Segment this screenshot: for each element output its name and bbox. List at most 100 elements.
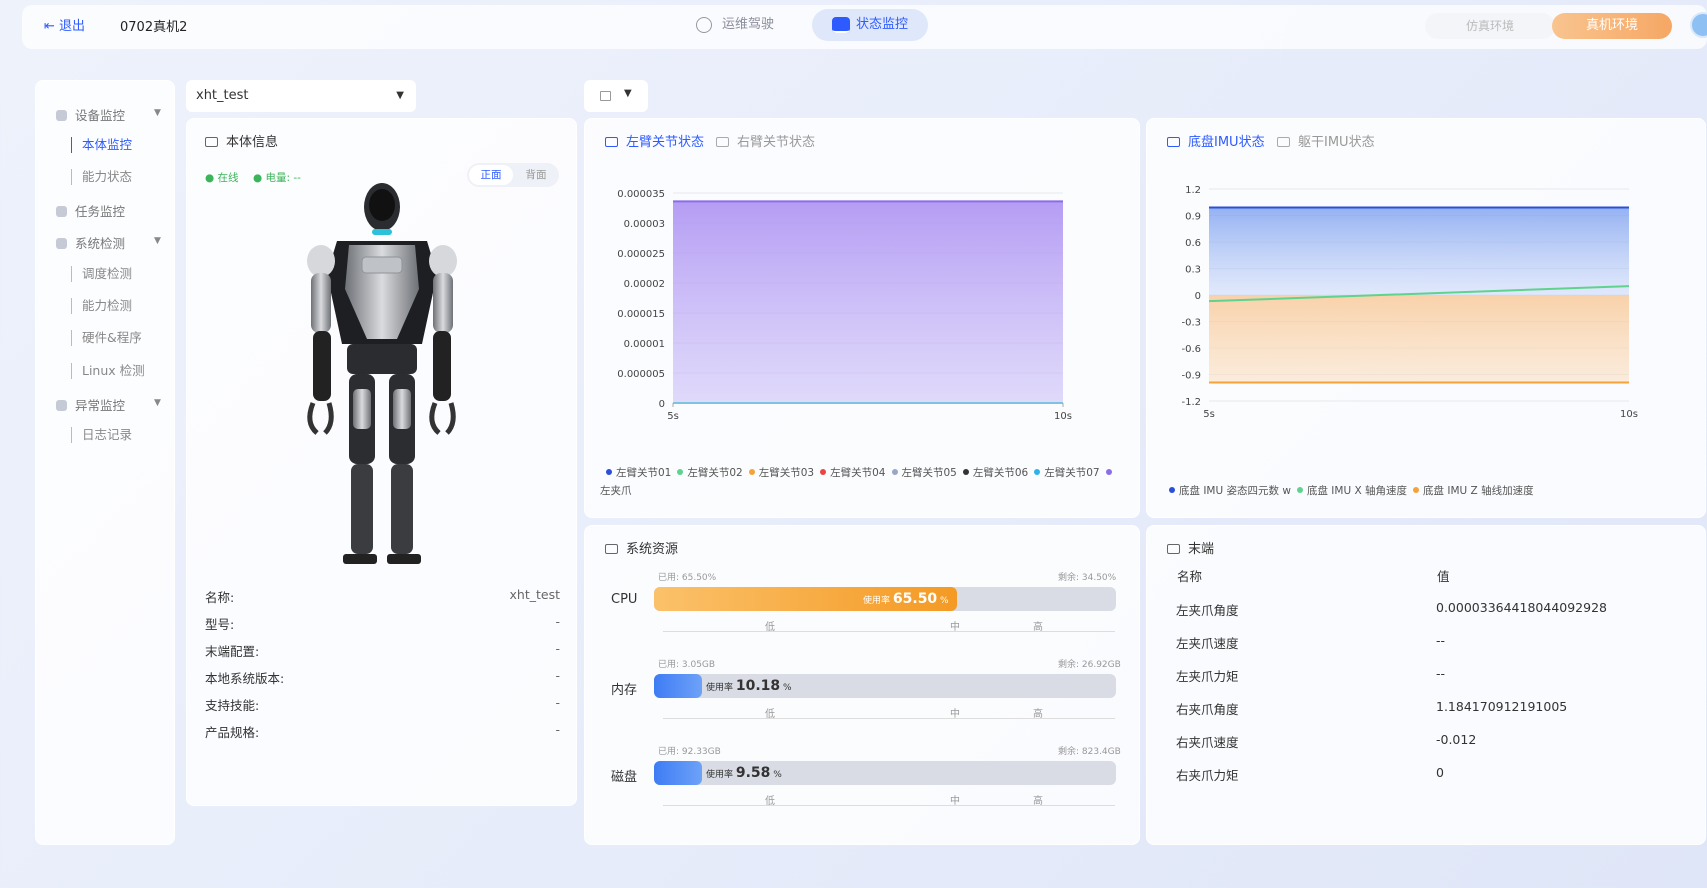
chevron-down-icon[interactable]: ▼ [154, 236, 161, 246]
sidebar-item-capability-check[interactable]: 能力检测 [71, 298, 132, 314]
scale-label: 中 [950, 709, 960, 720]
layout-icon [600, 91, 611, 101]
x-tick-label: 10s [1620, 409, 1638, 420]
layout-select[interactable]: ▼ [584, 80, 648, 112]
sidebar-item-exception-monitor[interactable]: 异常监控 [56, 395, 125, 414]
y-tick-label: 0.00003 [624, 219, 665, 230]
sidebar-item-body-monitor[interactable]: 本体监控 [71, 137, 132, 153]
legend-item[interactable]: 底盘 IMU X 轴角速度 [1291, 485, 1407, 497]
system-resources-card: 系统资源 已用: 65.50% 剩余: 34.50% CPU 使用率 65.50 % 低… [584, 525, 1140, 845]
scale-label: 高 [1033, 709, 1043, 720]
row-value: -- [1436, 633, 1446, 648]
tab-torso-imu[interactable]: 躯干IMU状态 [1277, 131, 1375, 150]
resource-bar: 使用率 9.58 % [654, 761, 1116, 785]
legend-dot [1413, 487, 1420, 493]
logout-button[interactable]: ⇤ 退出 [44, 15, 85, 34]
card-title: 本体信息 [205, 131, 278, 150]
end-effector-card: 末端 名称 值 [1146, 525, 1706, 845]
series-area-z-accel [1209, 295, 1629, 383]
online-status: ● 在线 [205, 172, 239, 184]
legend-item[interactable]: 左臂关节03 [743, 467, 814, 479]
robot-icon [1277, 137, 1290, 147]
sidebar-item-hardware-program[interactable]: 硬件&程序 [71, 330, 142, 346]
sidebar-item-schedule-check[interactable]: 调度检测 [71, 266, 132, 282]
resource-used: 已用: 92.33GB [658, 747, 721, 757]
sidebar-item-linux-check[interactable]: Linux 检测 [71, 363, 145, 379]
row-value: 1.184170912191005 [1436, 699, 1568, 714]
y-tick-label: 1.2 [1185, 185, 1201, 196]
usage-unit: % [937, 596, 949, 606]
scale-label: 中 [950, 622, 960, 633]
view-back-button[interactable]: 背面 [515, 165, 557, 185]
resource-remain: 剩余: 823.4GB [1058, 747, 1121, 757]
sidebar-item-device-monitor[interactable]: 设备监控 [56, 105, 125, 124]
tab-base-imu[interactable]: 底盘IMU状态 [1167, 131, 1265, 150]
robot-select[interactable]: xht_test ▼ [186, 80, 416, 112]
usage-label: 使用率 10.18 % [706, 674, 792, 700]
task-icon [56, 206, 67, 217]
legend-item[interactable]: 左臂关节06 [957, 467, 1028, 479]
y-tick-label: 0.000025 [617, 249, 665, 260]
card-title: 末端 [1167, 538, 1214, 557]
col-header-name: 名称 [1177, 569, 1203, 584]
usage-word: 使用率 [706, 683, 736, 693]
legend-item[interactable]: 左臂关节07 [1028, 467, 1100, 479]
legend-dot [1296, 487, 1303, 493]
y-tick-label: 0.00002 [624, 279, 665, 290]
table-row: 左夹爪速度 -- [1176, 633, 1445, 652]
info-row: 产品规格: - [205, 722, 560, 741]
resource-used: 已用: 3.05GB [658, 660, 716, 670]
sidebar-item-task-monitor[interactable]: 任务监控 [56, 201, 125, 220]
scale-label: 低 [765, 796, 775, 807]
tab-status-monitor[interactable]: 状态监控 [812, 9, 929, 41]
sidebar-item-system-check[interactable]: 系统检测 [56, 233, 125, 252]
y-tick-label: 0 [659, 399, 665, 410]
scale-line [663, 631, 1115, 632]
tab-left-arm[interactable]: 左臂关节状态 [605, 131, 704, 150]
env-real-button[interactable]: 真机环境 [1552, 13, 1672, 39]
legend-label: 左臂关节03 [758, 467, 815, 479]
scale-line [663, 718, 1115, 719]
info-value: - [555, 641, 560, 656]
info-value: - [555, 614, 560, 629]
tab-right-arm[interactable]: 右臂关节状态 [716, 131, 815, 150]
online-text: 在线 [217, 172, 239, 184]
legend-dot [820, 469, 827, 475]
legend-item[interactable]: 左臂关节02 [671, 467, 743, 479]
series-area-quat-w [1209, 207, 1629, 295]
robot-icon [716, 137, 729, 147]
y-tick-label: 0.00001 [624, 339, 665, 350]
usage-percent: 9.58 [735, 765, 771, 781]
legend-label: 左臂关节07 [1044, 467, 1100, 479]
tab-status-label: 状态监控 [856, 17, 909, 32]
row-name: 左夹爪角度 [1176, 603, 1239, 618]
chevron-down-icon[interactable]: ▼ [154, 398, 161, 408]
sidebar-item-log-record[interactable]: 日志记录 [71, 427, 132, 443]
info-row: 支持技能: - [205, 695, 560, 714]
legend-item[interactable]: 左臂关节01 [600, 467, 671, 479]
legend-item[interactable]: 底盘 IMU 姿态四元数 w [1163, 485, 1291, 497]
usage-percent: 65.50 [892, 591, 938, 607]
table-row: 右夹爪角度 1.184170912191005 [1176, 699, 1567, 718]
sidebar-item-capability-status[interactable]: 能力状态 [71, 169, 132, 185]
chevron-down-icon[interactable]: ▼ [154, 108, 161, 118]
arm-joint-card: 左臂关节状态 右臂关节状态 0 0.000005 0.00001 0.000015 0.… [584, 118, 1140, 518]
legend-label: 左臂关节02 [687, 467, 743, 479]
resource-bar-fill: 使用率 65.50 % [654, 587, 957, 611]
info-value: xht_test [509, 587, 560, 602]
env-sim-button[interactable]: 仿真环境 [1425, 13, 1555, 39]
resource-bar: 使用率 65.50 % [654, 587, 1116, 611]
logout-icon: ⇤ [44, 19, 55, 34]
legend-item[interactable]: 底盘 IMU Z 轴线加速度 [1407, 485, 1534, 497]
legend-item[interactable]: 左臂关节04 [814, 467, 886, 479]
legend-item[interactable]: 左臂关节05 [886, 467, 957, 479]
col-header-value: 值 [1437, 569, 1450, 584]
row-value: -- [1436, 666, 1446, 681]
info-value: - [555, 695, 560, 710]
info-value: - [555, 722, 560, 737]
sidebar-label: 设备监控 [75, 108, 126, 123]
tab-ops-driving[interactable]: 运维驾驶 [678, 9, 794, 41]
y-tick-label: 0.9 [1185, 212, 1201, 223]
row-name: 右夹爪角度 [1176, 702, 1239, 717]
info-value: - [555, 668, 560, 683]
